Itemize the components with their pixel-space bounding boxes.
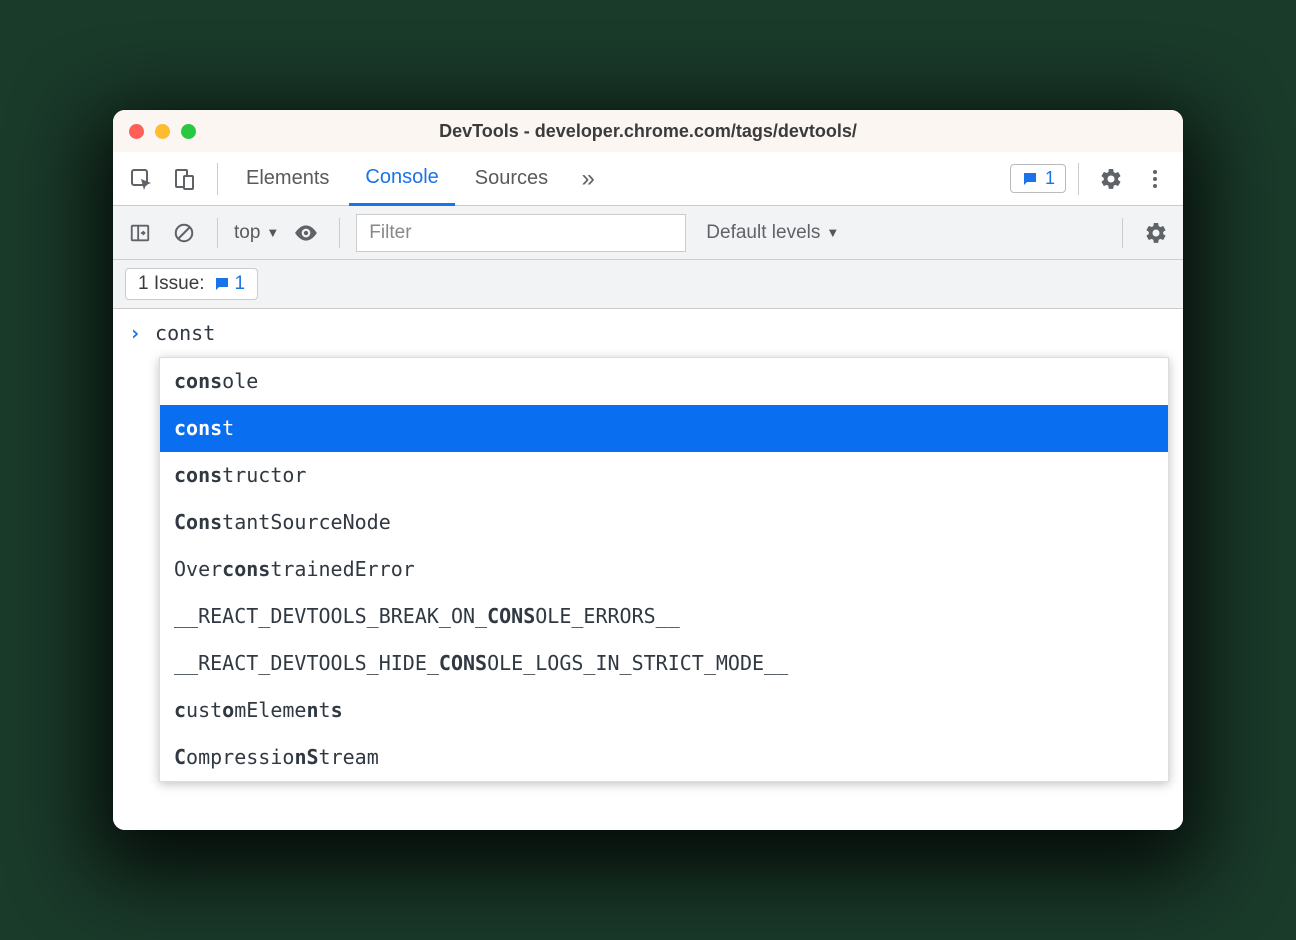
issues-count: 1: [1045, 168, 1055, 189]
console-toolbar: top ▼ Default levels ▼: [113, 206, 1183, 260]
separator: [1078, 163, 1079, 195]
filter-input[interactable]: [356, 214, 686, 252]
tab-sources[interactable]: Sources: [459, 152, 564, 206]
autocomplete-item[interactable]: OverconstrainedError: [160, 546, 1168, 593]
autocomplete-item[interactable]: console: [160, 358, 1168, 405]
issues-indicator[interactable]: 1: [1010, 164, 1066, 193]
settings-icon[interactable]: [1091, 159, 1131, 199]
execution-context-selector[interactable]: top ▼: [234, 222, 279, 244]
live-expression-icon[interactable]: [289, 216, 323, 250]
issues-count: 1: [235, 273, 246, 295]
autocomplete-item[interactable]: CompressionStream: [160, 734, 1168, 781]
close-window-button[interactable]: [129, 124, 144, 139]
prompt-chevron-icon: ›: [129, 321, 141, 345]
chevron-down-icon: ▼: [266, 225, 279, 240]
toggle-console-sidebar-icon[interactable]: [123, 216, 157, 250]
issues-label: 1 Issue:: [138, 273, 205, 295]
separator: [1122, 218, 1123, 248]
autocomplete-item[interactable]: customElements: [160, 687, 1168, 734]
window-controls: [129, 124, 196, 139]
console-input[interactable]: const: [155, 321, 215, 345]
issues-chip[interactable]: 1 Issue: 1: [125, 268, 258, 300]
issues-bar: 1 Issue: 1: [113, 260, 1183, 309]
chat-icon: [213, 275, 231, 293]
separator: [217, 218, 218, 248]
minimize-window-button[interactable]: [155, 124, 170, 139]
maximize-window-button[interactable]: [181, 124, 196, 139]
autocomplete-item[interactable]: constructor: [160, 452, 1168, 499]
kebab-menu-icon[interactable]: [1135, 159, 1175, 199]
separator: [217, 163, 218, 195]
tab-elements[interactable]: Elements: [230, 152, 345, 206]
chat-icon: [1021, 170, 1039, 188]
device-toolbar-icon[interactable]: [165, 159, 205, 199]
window-title: DevTools - developer.chrome.com/tags/dev…: [113, 121, 1183, 142]
autocomplete-item[interactable]: __REACT_DEVTOOLS_HIDE_CONSOLE_LOGS_IN_ST…: [160, 640, 1168, 687]
more-tabs-icon[interactable]: »: [568, 159, 608, 199]
autocomplete-item[interactable]: __REACT_DEVTOOLS_BREAK_ON_CONSOLE_ERRORS…: [160, 593, 1168, 640]
devtools-window: DevTools - developer.chrome.com/tags/dev…: [113, 110, 1183, 830]
console-body: › const consoleconstconstructorConstantS…: [113, 309, 1183, 830]
separator: [339, 218, 340, 248]
autocomplete-item[interactable]: ConstantSourceNode: [160, 499, 1168, 546]
inspect-element-icon[interactable]: [121, 159, 161, 199]
chevron-down-icon: ▼: [826, 225, 839, 240]
console-prompt-row: › const: [113, 309, 1183, 357]
autocomplete-item[interactable]: const: [160, 405, 1168, 452]
context-label: top: [234, 222, 260, 244]
console-settings-icon[interactable]: [1139, 216, 1173, 250]
title-bar: DevTools - developer.chrome.com/tags/dev…: [113, 110, 1183, 152]
autocomplete-popup: consoleconstconstructorConstantSourceNod…: [159, 357, 1169, 782]
log-levels-selector[interactable]: Default levels ▼: [706, 222, 839, 244]
levels-label: Default levels: [706, 222, 820, 244]
tab-console[interactable]: Console: [349, 152, 454, 206]
main-tabs-row: Elements Console Sources » 1: [113, 152, 1183, 206]
clear-console-icon[interactable]: [167, 216, 201, 250]
